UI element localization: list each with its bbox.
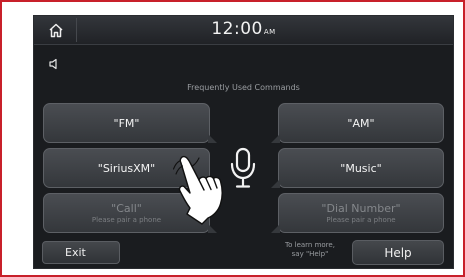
speaker-icon (49, 58, 57, 70)
commands-title: Frequently Used Commands (187, 83, 300, 92)
command-fm-button[interactable]: "FM" (43, 103, 217, 143)
clock: 12:00AM (34, 19, 453, 39)
speech-bubble-tail (271, 224, 280, 233)
touch-hand-icon (173, 155, 223, 225)
command-dial-number-button[interactable]: "Dial Number" Please pair a phone (271, 193, 444, 233)
speech-bubble-tail (208, 134, 217, 143)
clock-ampm: AM (263, 28, 276, 36)
clock-time: 12:00 (211, 19, 263, 39)
command-sublabel: Please pair a phone (326, 216, 396, 224)
help-label: Help (384, 245, 412, 260)
voice-recognition-screen: 12:00AM Frequently Used Commands "FM" "A… (33, 15, 454, 269)
command-label: "Music" (340, 161, 382, 175)
help-hint-line1: To learn more, (285, 241, 335, 249)
exit-button[interactable]: Exit (42, 241, 120, 264)
command-label: "Dial Number" (321, 202, 401, 215)
help-button[interactable]: Help (352, 240, 444, 265)
command-label: "Call" (111, 202, 142, 215)
command-am-button[interactable]: "AM" (271, 103, 444, 143)
help-hint-line2: say "Help" (291, 250, 329, 258)
speech-bubble-tail (271, 134, 280, 143)
command-label: "FM" (113, 116, 140, 130)
exit-label: Exit (65, 246, 86, 259)
command-label: "SiriusXM" (97, 161, 156, 175)
command-label: "AM" (347, 116, 375, 130)
command-music-button[interactable]: "Music" (271, 148, 444, 188)
command-sublabel: Please pair a phone (91, 216, 162, 224)
help-hint: To learn more, say "Help" (279, 241, 341, 259)
highlight-frame: 12:00AM Frequently Used Commands "FM" "A… (0, 0, 465, 277)
microphone-icon (230, 147, 256, 188)
speech-bubble-tail (271, 179, 280, 188)
status-bar: 12:00AM (34, 16, 453, 45)
